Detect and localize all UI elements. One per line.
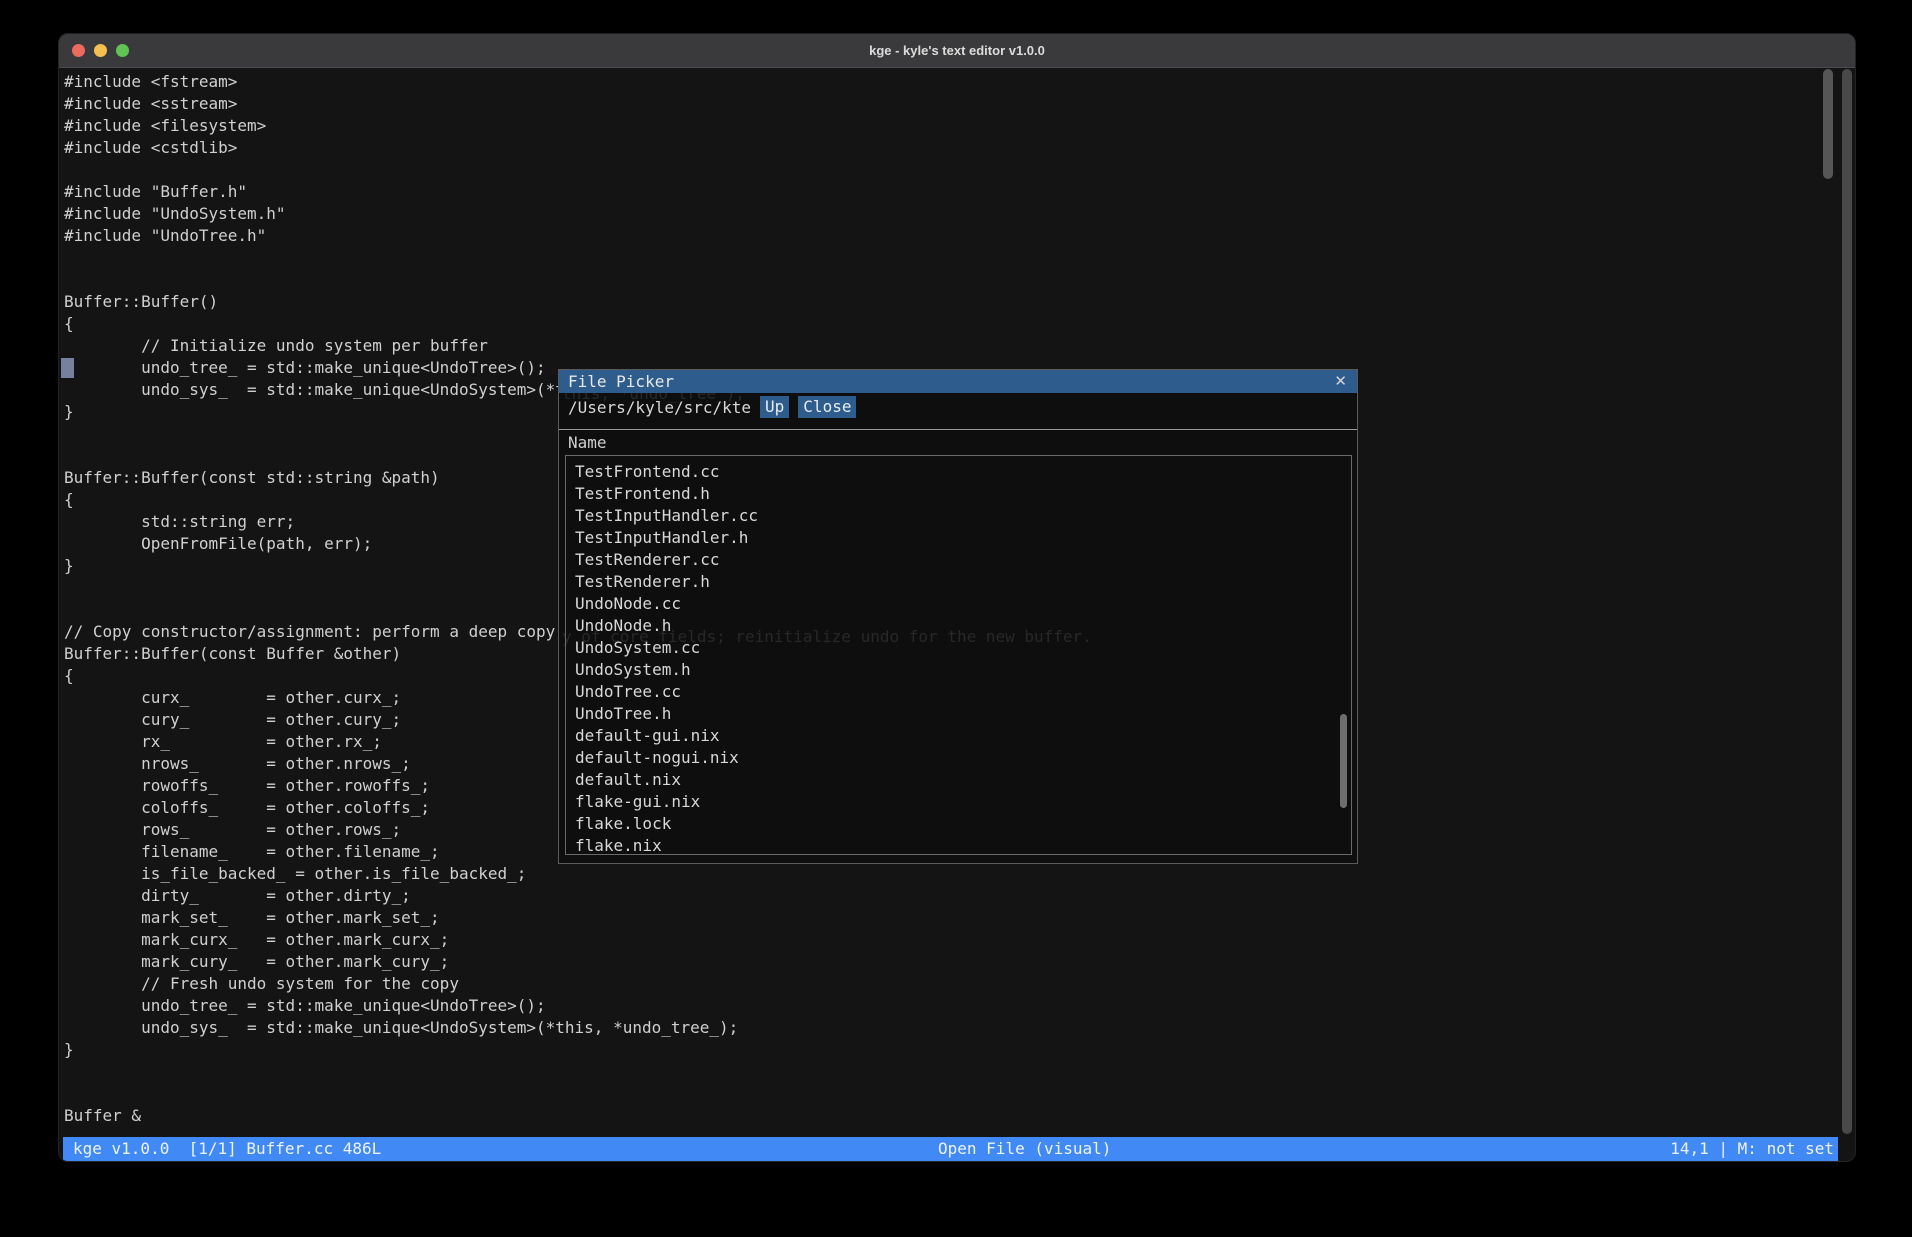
file-list-item[interactable]: UndoNode.h (566, 615, 1351, 637)
code-line: #include "UndoTree.h" (64, 225, 1825, 247)
status-mode: Open File (visual) (938, 1137, 1111, 1161)
up-button[interactable]: Up (760, 396, 789, 418)
editor-scrollbar-thumb[interactable] (1823, 69, 1833, 179)
current-path: /Users/kyle/src/kte (568, 398, 751, 417)
status-bar: kge v1.0.0 [1/1] Buffer.cc 486L Open Fil… (63, 1137, 1838, 1161)
code-line: // Initialize undo system per buffer (64, 335, 1825, 357)
dialog-path-row: /Users/kyle/src/kte Up Close (568, 395, 856, 419)
code-line (64, 247, 1825, 269)
code-line: #include "Buffer.h" (64, 181, 1825, 203)
window-titlebar[interactable]: kge - kyle's text editor v1.0.0 (59, 34, 1855, 68)
close-button[interactable]: Close (798, 396, 856, 418)
window-title: kge - kyle's text editor v1.0.0 (59, 34, 1855, 67)
status-left: kge v1.0.0 [1/1] Buffer.cc 486L (73, 1137, 381, 1161)
file-list-item[interactable]: TestFrontend.cc (566, 461, 1351, 483)
file-list-item[interactable]: UndoTree.cc (566, 681, 1351, 703)
file-list-item[interactable]: default.nix (566, 769, 1351, 791)
file-list-item[interactable]: TestFrontend.h (566, 483, 1351, 505)
file-list-item[interactable]: TestInputHandler.h (566, 527, 1351, 549)
column-header-name: Name (568, 432, 607, 454)
file-list[interactable]: TestFrontend.ccTestFrontend.hTestInputHa… (565, 455, 1352, 855)
file-list-item[interactable]: flake-gui.nix (566, 791, 1351, 813)
file-list-item[interactable]: UndoTree.h (566, 703, 1351, 725)
code-line: mark_set_ = other.mark_set_; (64, 907, 1825, 929)
code-line: #include <cstdlib> (64, 137, 1825, 159)
code-line: { (64, 313, 1825, 335)
file-list-item[interactable]: TestInputHandler.cc (566, 505, 1351, 527)
code-line (64, 269, 1825, 291)
code-line: #include <filesystem> (64, 115, 1825, 137)
code-line: #include <sstream> (64, 93, 1825, 115)
file-list-scrollbar-thumb[interactable] (1340, 714, 1347, 808)
dialog-title: File Picker (568, 370, 674, 393)
dialog-separator (559, 429, 1357, 430)
file-list-item[interactable]: UndoNode.cc (566, 593, 1351, 615)
file-list-item[interactable]: flake.lock (566, 813, 1351, 835)
code-line: undo_tree_ = std::make_unique<UndoTree>(… (64, 995, 1825, 1017)
code-line: dirty_ = other.dirty_; (64, 885, 1825, 907)
dialog-close-icon[interactable]: ✕ (1334, 370, 1347, 393)
app-window: kge - kyle's text editor v1.0.0 #include… (58, 33, 1856, 1162)
file-list-item[interactable]: flake.nix (566, 835, 1351, 855)
status-cursor-position: 14,1 | M: not set (1670, 1137, 1834, 1161)
code-line: undo_sys_ = std::make_unique<UndoSystem>… (64, 1017, 1825, 1039)
code-line (64, 159, 1825, 181)
code-line: mark_cury_ = other.mark_cury_; (64, 951, 1825, 973)
code-line (64, 1061, 1825, 1083)
code-line: #include <fstream> (64, 71, 1825, 93)
code-line: is_file_backed_ = other.is_file_backed_; (64, 863, 1825, 885)
file-picker-dialog: this, *undo_tree_); y of core fields; re… (558, 369, 1358, 864)
file-list-item[interactable]: default-gui.nix (566, 725, 1351, 747)
editor-cursor (61, 358, 74, 378)
dialog-titlebar[interactable]: File Picker ✕ (559, 370, 1357, 393)
code-line (64, 1083, 1825, 1105)
file-list-item[interactable]: TestRenderer.h (566, 571, 1351, 593)
file-list-item[interactable]: default-nogui.nix (566, 747, 1351, 769)
file-list-item[interactable]: TestRenderer.cc (566, 549, 1351, 571)
file-list-item[interactable]: UndoSystem.cc (566, 637, 1351, 659)
code-line: Buffer::Buffer() (64, 291, 1825, 313)
code-line: // Fresh undo system for the copy (64, 973, 1825, 995)
code-line: mark_curx_ = other.mark_curx_; (64, 929, 1825, 951)
code-line: Buffer & (64, 1105, 1825, 1127)
code-line: #include "UndoSystem.h" (64, 203, 1825, 225)
editor-scrollbar-track[interactable] (1842, 69, 1852, 1134)
code-line: } (64, 1039, 1825, 1061)
file-list-item[interactable]: UndoSystem.h (566, 659, 1351, 681)
